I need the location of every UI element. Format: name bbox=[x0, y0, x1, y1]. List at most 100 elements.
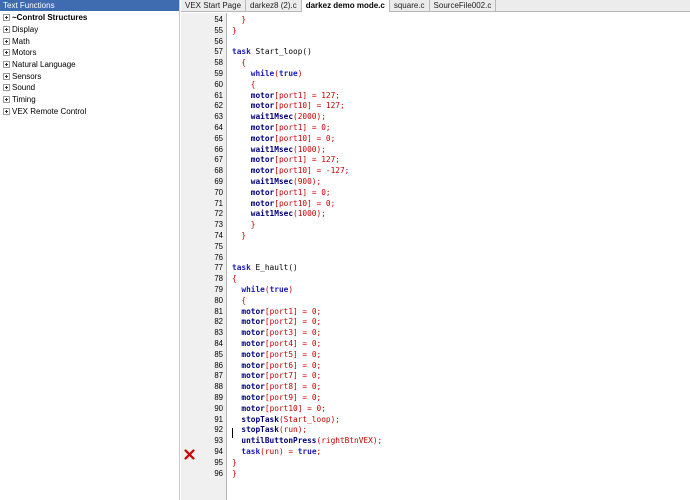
tree-item[interactable]: VEX Remote Control bbox=[0, 106, 179, 118]
line-number: 88 bbox=[214, 382, 223, 392]
code-line[interactable]: motor[port9] = 0; bbox=[228, 393, 690, 404]
tree-item[interactable]: Motors bbox=[0, 47, 179, 59]
code-line[interactable] bbox=[228, 242, 690, 253]
code-line[interactable]: motor[port10] = 0; bbox=[228, 404, 690, 415]
expand-plus-icon[interactable] bbox=[3, 72, 10, 80]
code-line[interactable]: while(true) bbox=[228, 285, 690, 296]
tree-item[interactable]: Math bbox=[0, 35, 179, 47]
tree-item-label: Display bbox=[12, 25, 39, 35]
line-number: 68 bbox=[214, 166, 223, 176]
code-line[interactable]: wait1Msec(900); bbox=[228, 177, 690, 188]
code-line[interactable]: wait1Msec(1000); bbox=[228, 209, 690, 220]
editor-tab[interactable]: darkez8 (2).c bbox=[246, 0, 302, 12]
code-line[interactable]: motor[port10] = 127; bbox=[228, 101, 690, 112]
code-line[interactable]: } bbox=[228, 231, 690, 242]
code-line[interactable]: motor[port10] = 0; bbox=[228, 199, 690, 210]
editor-tab-bar: VEX Start Page darkez8 (2).c darkez demo m… bbox=[181, 0, 690, 12]
line-number: 82 bbox=[214, 317, 223, 327]
expand-plus-icon[interactable] bbox=[3, 49, 10, 57]
code-line[interactable]: task Start_loop() bbox=[228, 47, 690, 58]
expand-plus-icon[interactable] bbox=[3, 84, 10, 92]
error-x-icon[interactable] bbox=[184, 449, 195, 460]
code-line[interactable]: while(true) bbox=[228, 69, 690, 80]
function-tree: ~Control Structures Display Math Motors Natu… bbox=[0, 11, 179, 117]
expand-plus-icon[interactable] bbox=[3, 37, 10, 45]
line-number: 77 bbox=[214, 263, 223, 273]
tree-item[interactable]: Natural Language bbox=[0, 59, 179, 71]
tree-item[interactable]: Display bbox=[0, 24, 179, 36]
line-number: 56 bbox=[214, 36, 223, 46]
tree-item-label: Sensors bbox=[12, 71, 42, 81]
tree-item-label: Math bbox=[12, 36, 30, 46]
tree-item[interactable]: ~Control Structures bbox=[0, 12, 179, 24]
tree-item[interactable]: Sound bbox=[0, 82, 179, 94]
line-number: 54 bbox=[214, 15, 223, 24]
code-line[interactable]: motor[port8] = 0; bbox=[228, 382, 690, 393]
expand-plus-icon[interactable] bbox=[3, 96, 10, 104]
expand-plus-icon[interactable] bbox=[3, 107, 10, 115]
code-line[interactable]: wait1Msec(1000); bbox=[228, 145, 690, 156]
code-line[interactable]: } bbox=[228, 458, 690, 469]
line-number: 61 bbox=[214, 90, 223, 100]
code-line[interactable]: wait1Msec(2000); bbox=[228, 112, 690, 123]
panel-title: Text Functions bbox=[0, 0, 179, 11]
line-number: 62 bbox=[214, 101, 223, 111]
tree-item-label: Timing bbox=[12, 95, 36, 105]
line-number: 91 bbox=[214, 414, 223, 424]
tree-item[interactable]: Sensors bbox=[0, 70, 179, 82]
code-editor[interactable]: 54 55 56 57 58 59 60 61 62 63 64 65 66 67 68 69 70 71 72 73… bbox=[181, 13, 690, 500]
line-number: 85 bbox=[214, 349, 223, 359]
code-area[interactable]: }} task Start_loop() { while(true) { moto… bbox=[228, 13, 690, 500]
editor-tab[interactable]: VEX Start Page bbox=[181, 0, 247, 12]
code-line[interactable]: motor[port4] = 0; bbox=[228, 339, 690, 350]
code-line[interactable]: motor[port7] = 0; bbox=[228, 371, 690, 382]
code-line[interactable]: { bbox=[228, 296, 690, 307]
code-line[interactable]: motor[port10] = -127; bbox=[228, 166, 690, 177]
editor-tab[interactable]: square.c bbox=[390, 0, 430, 12]
line-number: 95 bbox=[214, 457, 223, 467]
code-line[interactable]: stopTask(Start_loop); bbox=[228, 415, 690, 426]
code-line[interactable]: motor[port1] = 0; bbox=[228, 123, 690, 134]
line-number: 83 bbox=[214, 328, 223, 338]
code-line[interactable]: motor[port1] = 0; bbox=[228, 307, 690, 318]
code-line[interactable]: motor[port2] = 0; bbox=[228, 317, 690, 328]
line-number-gutter: 54 55 56 57 58 59 60 61 62 63 64 65 66 67 68 69 70 71 72 73… bbox=[181, 13, 233, 500]
expand-plus-icon[interactable] bbox=[3, 14, 10, 22]
code-line[interactable]: motor[port1] = 127; bbox=[228, 155, 690, 166]
line-number: 55 bbox=[214, 25, 223, 35]
line-number: 60 bbox=[214, 79, 223, 89]
code-line[interactable]: motor[port1] = 127; bbox=[228, 91, 690, 102]
code-line[interactable]: { bbox=[228, 58, 690, 69]
line-number: 72 bbox=[214, 209, 223, 219]
code-line[interactable]: task E_hault() bbox=[228, 263, 690, 274]
code-line[interactable]: { bbox=[228, 80, 690, 91]
tree-item[interactable]: Timing bbox=[0, 94, 179, 106]
code-line[interactable]: { bbox=[228, 274, 690, 285]
code-line[interactable] bbox=[228, 37, 690, 48]
code-line[interactable]: stopTask(run); bbox=[228, 425, 690, 436]
code-line[interactable]: } bbox=[228, 26, 690, 37]
tree-item-label: VEX Remote Control bbox=[12, 106, 87, 116]
code-line[interactable]: motor[port3] = 0; bbox=[228, 328, 690, 339]
editor-tab[interactable]: darkez demo mode.c bbox=[301, 0, 390, 12]
line-number: 92 bbox=[214, 425, 223, 435]
line-number: 89 bbox=[214, 393, 223, 402]
editor-tab[interactable]: SourceFile002.c bbox=[430, 0, 497, 12]
code-line[interactable]: motor[port1] = 0; bbox=[228, 188, 690, 199]
line-number: 93 bbox=[214, 436, 223, 446]
code-line[interactable]: untilButtonPress(rightBtnVEX); bbox=[228, 436, 690, 447]
code-line[interactable]: motor[port5] = 0; bbox=[228, 350, 690, 361]
text-functions-panel: Text Functions ~Control Structures Displa… bbox=[0, 0, 180, 500]
expand-plus-icon[interactable] bbox=[3, 61, 10, 69]
expand-plus-icon[interactable] bbox=[3, 26, 10, 34]
line-number: 80 bbox=[214, 295, 223, 305]
code-line[interactable]: } bbox=[228, 15, 690, 26]
line-number: 59 bbox=[214, 69, 223, 78]
code-line[interactable]: motor[port10] = 0; bbox=[228, 134, 690, 145]
code-line[interactable]: motor[port6] = 0; bbox=[228, 361, 690, 372]
code-line[interactable]: task(run) = true; bbox=[228, 447, 690, 458]
code-line[interactable]: } bbox=[228, 220, 690, 231]
code-line[interactable] bbox=[228, 253, 690, 264]
line-number: 81 bbox=[214, 306, 223, 316]
code-line[interactable]: } bbox=[228, 469, 690, 480]
